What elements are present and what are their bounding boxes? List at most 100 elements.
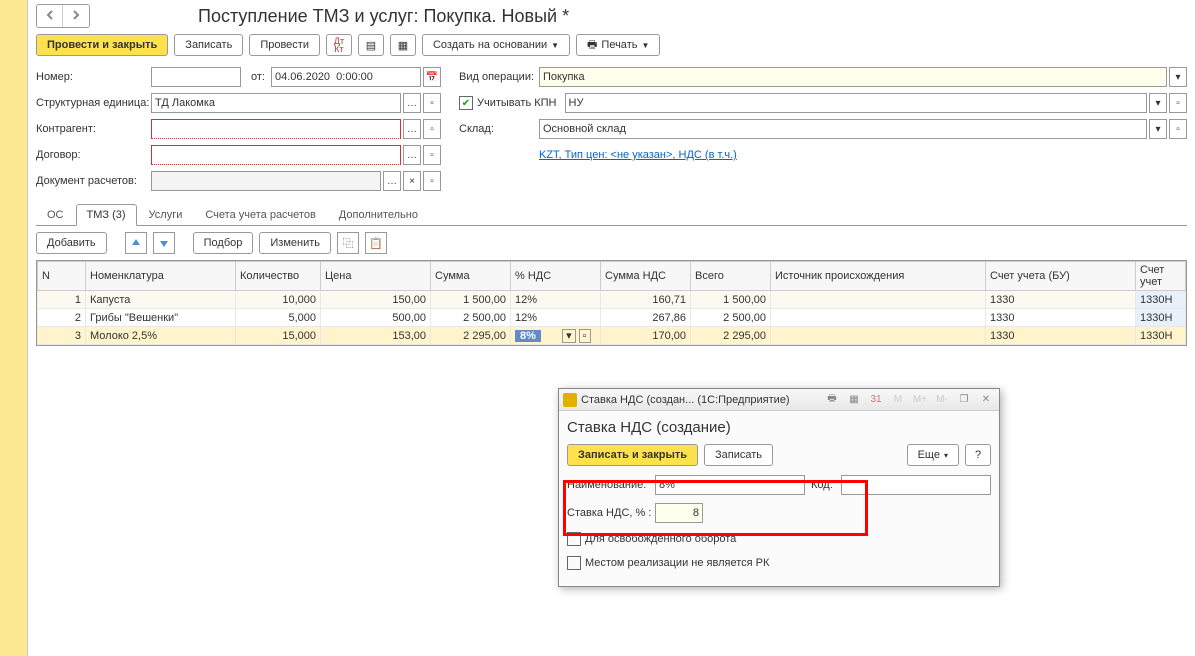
- add-row-button[interactable]: Добавить: [36, 232, 107, 254]
- nav-history: [36, 4, 90, 28]
- nav-forward-button[interactable]: [63, 5, 89, 27]
- copy-icon[interactable]: ⿻: [337, 232, 359, 254]
- kpn-checkbox[interactable]: ✔: [459, 96, 473, 110]
- paste-icon[interactable]: 📋: [365, 232, 387, 254]
- dlg-name-label: Наименование:: [567, 479, 655, 491]
- contract-pick-icon[interactable]: …: [403, 145, 421, 165]
- org-open-icon[interactable]: ▫: [423, 93, 441, 113]
- price-info-link[interactable]: KZT, Тип цен: <не указан>, НДС (в т.ч.): [539, 149, 737, 161]
- move-up-button[interactable]: [125, 232, 147, 254]
- vat-rate-dialog: Ставка НДС (создан... (1С:Предприятие) 🖶…: [558, 388, 1000, 587]
- save-button[interactable]: Записать: [174, 34, 243, 56]
- counter-open-icon[interactable]: ▫: [423, 119, 441, 139]
- dlg-print-icon[interactable]: 🖶: [823, 392, 841, 408]
- date-input[interactable]: [271, 67, 421, 87]
- kpn-label: Учитывать КПН: [477, 97, 557, 109]
- docset-input[interactable]: [151, 171, 381, 191]
- edit-button[interactable]: Изменить: [259, 232, 331, 254]
- dlg-close-icon[interactable]: ✕: [977, 392, 995, 408]
- optype-caret-icon[interactable]: ▾: [1169, 67, 1187, 87]
- col-acc[interactable]: Счет учета (БУ): [986, 262, 1136, 291]
- dlg-cb1-checkbox[interactable]: [567, 532, 581, 546]
- dlg-save-button[interactable]: Записать: [704, 444, 773, 466]
- move-down-button[interactable]: [153, 232, 175, 254]
- tab-accounts[interactable]: Счета учета расчетов: [194, 204, 326, 225]
- tab-tmz[interactable]: ТМЗ (3): [76, 204, 137, 226]
- docset-label: Документ расчетов:: [36, 175, 151, 187]
- kpn-caret-icon[interactable]: ▾: [1149, 93, 1167, 113]
- commit-close-button[interactable]: Провести и закрыть: [36, 34, 168, 56]
- dlg-help-button[interactable]: ?: [965, 444, 991, 466]
- table-row[interactable]: 3Молоко 2,5%15,000153,002 295,008% ▾ ▫17…: [38, 327, 1186, 345]
- dlg-name-input[interactable]: [655, 475, 805, 495]
- optype-label: Вид операции:: [459, 71, 539, 83]
- col-n[interactable]: N: [38, 262, 86, 291]
- col-price[interactable]: Цена: [321, 262, 431, 291]
- counter-pick-icon[interactable]: …: [403, 119, 421, 139]
- optype-select[interactable]: Покупка: [539, 67, 1167, 87]
- kpn-select[interactable]: НУ: [565, 93, 1148, 113]
- tabs: ОС ТМЗ (3) Услуги Счета учета расчетов Д…: [36, 204, 1187, 226]
- col-sum[interactable]: Сумма: [431, 262, 511, 291]
- calendar-icon[interactable]: 📅: [423, 67, 441, 87]
- col-nds[interactable]: % НДС: [511, 262, 601, 291]
- dlg-cb2-label: Местом реализации не является РК: [585, 557, 769, 569]
- tab-services[interactable]: Услуги: [138, 204, 194, 225]
- tab-os[interactable]: ОС: [36, 204, 75, 225]
- table-row[interactable]: 1Капуста10,000150,001 500,0012%160,711 5…: [38, 291, 1186, 309]
- create-based-button[interactable]: Создать на основании ▼: [422, 34, 570, 56]
- tab-extra[interactable]: Дополнительно: [328, 204, 429, 225]
- org-label: Структурная единица:: [36, 97, 151, 109]
- col-sumnds[interactable]: Сумма НДС: [601, 262, 691, 291]
- counter-label: Контрагент:: [36, 123, 151, 135]
- structure-icon[interactable]: ▤: [358, 34, 384, 56]
- col-nom[interactable]: Номенклатура: [86, 262, 236, 291]
- number-label: Номер:: [36, 71, 151, 83]
- dlg-code-input[interactable]: [841, 475, 991, 495]
- left-sidebar-stripe: [0, 0, 28, 656]
- dlg-save-close-button[interactable]: Записать и закрыть: [567, 444, 698, 466]
- sklad-select[interactable]: Основной склад: [539, 119, 1147, 139]
- table-row[interactable]: 2Грибы "Вешенки"5,000500,002 500,0012%26…: [38, 309, 1186, 327]
- printer-icon: 🖶: [587, 36, 597, 55]
- kpn-open-icon[interactable]: ▫: [1169, 93, 1187, 113]
- dlg-mplus-icon: M+: [911, 392, 929, 408]
- contract-label: Договор:: [36, 149, 151, 161]
- dlg-calc-icon[interactable]: ▦: [845, 392, 863, 408]
- docset-open-icon[interactable]: ▫: [423, 171, 441, 191]
- pick-button[interactable]: Подбор: [193, 232, 254, 254]
- dlg-mminus-icon: M-: [933, 392, 951, 408]
- contract-open-icon[interactable]: ▫: [423, 145, 441, 165]
- col-qty[interactable]: Количество: [236, 262, 321, 291]
- dlg-more-button[interactable]: Еще ▾: [907, 444, 959, 466]
- print-button[interactable]: 🖶 Печать ▼: [576, 34, 660, 56]
- docset-pick-icon[interactable]: …: [383, 171, 401, 191]
- col-acc2[interactable]: Счет учет: [1136, 262, 1186, 291]
- dlg-rate-input[interactable]: [655, 503, 703, 523]
- sklad-open-icon[interactable]: ▫: [1169, 119, 1187, 139]
- number-input[interactable]: [151, 67, 241, 87]
- org-pick-icon[interactable]: …: [403, 93, 421, 113]
- sklad-label: Склад:: [459, 123, 539, 135]
- post-button[interactable]: Провести: [249, 34, 320, 56]
- from-label: от:: [241, 71, 271, 83]
- page-title: Поступление ТМЗ и услуг: Покупка. Новый …: [98, 6, 569, 27]
- dlg-cb1-label: Для освобожденного оборота: [585, 533, 736, 545]
- contract-input[interactable]: [151, 145, 401, 165]
- col-src[interactable]: Источник происхождения: [771, 262, 986, 291]
- dlg-code-label: Код:: [811, 479, 841, 491]
- dlg-restore-icon[interactable]: ❐: [955, 392, 973, 408]
- dlg-cal-icon[interactable]: 31: [867, 392, 885, 408]
- dtkt-icon[interactable]: ДтКт: [326, 34, 352, 56]
- items-table: N Номенклатура Количество Цена Сумма % Н…: [37, 261, 1186, 345]
- nav-back-button[interactable]: [37, 5, 63, 27]
- dlg-cb2-checkbox[interactable]: [567, 556, 581, 570]
- sklad-caret-icon[interactable]: ▾: [1149, 119, 1167, 139]
- dialog-window-title: Ставка НДС (создан... (1С:Предприятие): [581, 394, 790, 406]
- structure2-icon[interactable]: ▦: [390, 34, 416, 56]
- dlg-m-icon: M: [889, 392, 907, 408]
- col-total[interactable]: Всего: [691, 262, 771, 291]
- counter-input[interactable]: [151, 119, 401, 139]
- org-input[interactable]: [151, 93, 401, 113]
- docset-clear-icon[interactable]: ×: [403, 171, 421, 191]
